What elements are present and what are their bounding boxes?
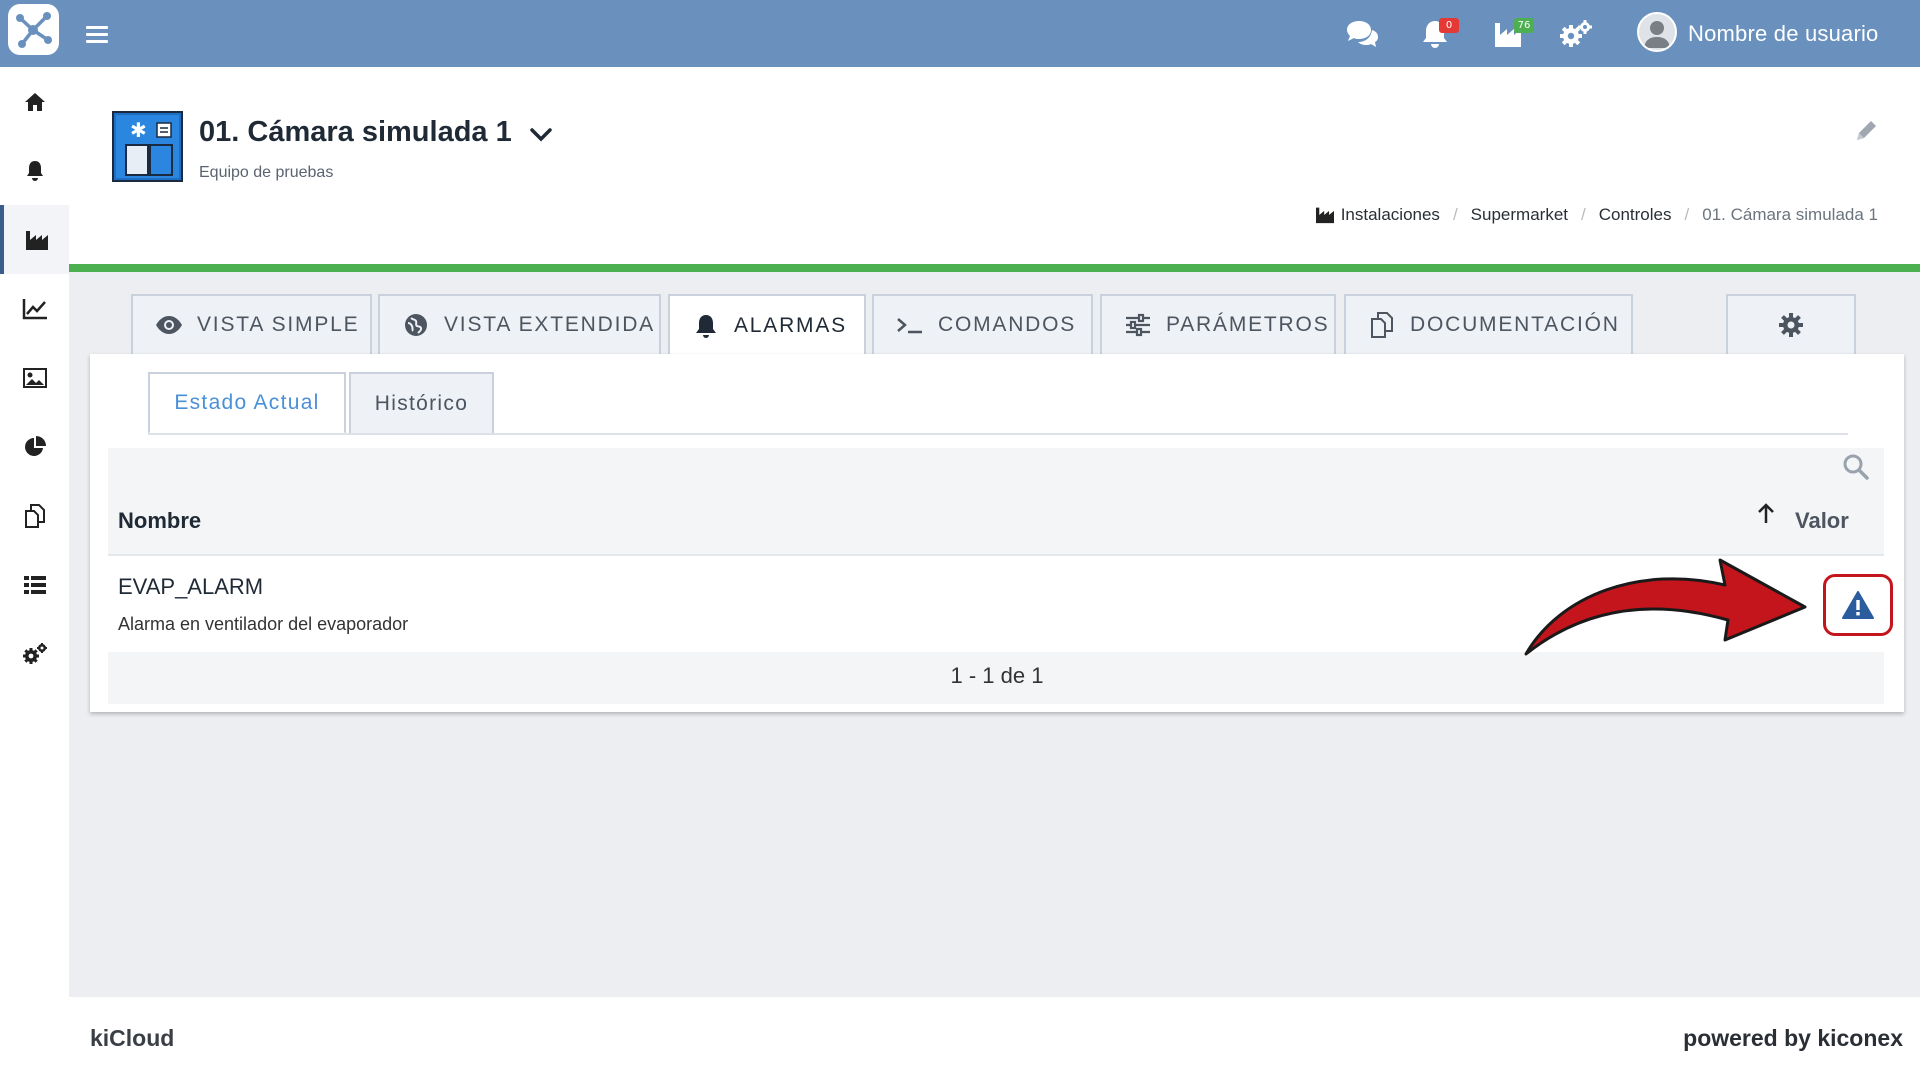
eye-icon xyxy=(156,316,182,334)
chat-icon xyxy=(1347,21,1378,47)
home-icon xyxy=(24,92,45,111)
user-avatar-icon xyxy=(1644,21,1670,48)
tab-documentation[interactable]: DOCUMENTACIÓN xyxy=(1344,294,1633,354)
search-button[interactable] xyxy=(1842,453,1870,481)
pencil-icon xyxy=(1857,121,1876,140)
breadcrumb-controls[interactable]: Controles xyxy=(1599,205,1672,225)
chevron-down-icon xyxy=(530,128,552,142)
sort-button[interactable] xyxy=(1754,502,1778,526)
alarm-name: EVAP_ALARM xyxy=(118,574,264,599)
documents-icon xyxy=(1371,312,1393,338)
notifications-button[interactable]: 0 xyxy=(1415,14,1459,54)
tab-label: VISTA EXTENDIDA xyxy=(444,313,655,336)
tab-label: ALARMAS xyxy=(734,314,847,337)
username[interactable]: Nombre de usuario xyxy=(1688,21,1879,47)
subtab-current-status[interactable]: Estado Actual xyxy=(148,372,346,434)
sidebar-item-installations[interactable] xyxy=(0,205,69,274)
terminal-icon xyxy=(897,318,922,334)
tab-commands[interactable]: COMANDOS xyxy=(872,294,1093,354)
warning-icon xyxy=(1842,591,1874,619)
footer: kiCloud powered by kiconex xyxy=(69,997,1920,1080)
breadcrumb: Instalaciones / Supermarket / Controles … xyxy=(1315,205,1878,225)
gears-icon xyxy=(22,642,47,664)
sidebar-item-charts[interactable] xyxy=(0,274,69,343)
sidebar xyxy=(0,67,69,1080)
tab-label: DOCUMENTACIÓN xyxy=(1410,313,1620,336)
sliders-icon xyxy=(1126,313,1150,337)
installations-badge: 76 xyxy=(1514,18,1534,33)
sidebar-item-images[interactable] xyxy=(0,343,69,412)
globe-icon xyxy=(405,314,427,336)
tab-label: VISTA SIMPLE xyxy=(197,313,360,336)
gears-icon xyxy=(1560,20,1592,47)
image-icon xyxy=(22,367,47,388)
chat-button[interactable] xyxy=(1342,14,1382,54)
subtab-history[interactable]: Histórico xyxy=(349,372,494,434)
breadcrumb-separator: / xyxy=(1581,205,1586,224)
line-chart-icon xyxy=(22,298,47,319)
cold-room-device-icon: ✱ xyxy=(112,111,183,182)
gear-icon xyxy=(1779,313,1803,337)
sidebar-item-reports[interactable] xyxy=(0,412,69,481)
sidebar-item-documents[interactable] xyxy=(0,481,69,550)
notifications-badge: 0 xyxy=(1439,18,1459,33)
breadcrumb-installations[interactable]: Instalaciones xyxy=(1341,205,1440,225)
documents-icon xyxy=(24,503,45,528)
page-title: 01. Cámara simulada 1 xyxy=(199,116,512,148)
tab-settings[interactable] xyxy=(1726,294,1856,354)
breadcrumb-separator: / xyxy=(1684,205,1690,224)
factory-icon xyxy=(25,230,48,250)
settings-button[interactable] xyxy=(1556,14,1596,54)
logo-network-icon xyxy=(16,12,52,48)
bell-icon xyxy=(26,160,43,181)
status-bar xyxy=(69,264,1920,272)
column-header-value[interactable]: Valor xyxy=(1795,508,1849,534)
list-icon xyxy=(23,575,46,594)
alarm-value-warning[interactable] xyxy=(1823,574,1893,636)
sidebar-item-home[interactable] xyxy=(0,67,69,136)
top-bar: 0 76 Nombre de usuario xyxy=(0,0,1920,67)
breadcrumb-supermarket[interactable]: Supermarket xyxy=(1471,205,1568,225)
tab-label: PARÁMETROS xyxy=(1166,313,1330,336)
edit-button[interactable] xyxy=(1853,118,1879,144)
breadcrumb-separator: / xyxy=(1452,205,1458,224)
sidebar-item-settings[interactable] xyxy=(0,619,69,688)
footer-powered-by[interactable]: powered by kiconex xyxy=(1683,1025,1903,1052)
kiconex-logo[interactable] xyxy=(8,4,59,55)
alarm-description: Alarma en ventilador del evaporador xyxy=(118,614,409,634)
tab-alarms[interactable]: ALARMAS xyxy=(668,294,866,356)
tab-parameters[interactable]: PARÁMETROS xyxy=(1100,294,1336,354)
tab-label: COMANDOS xyxy=(938,313,1077,336)
installations-button[interactable]: 76 xyxy=(1488,14,1534,54)
footer-brand: kiCloud xyxy=(90,1025,175,1051)
avatar[interactable] xyxy=(1637,12,1677,52)
subtab-divider xyxy=(148,433,1848,435)
device-subtitle: Equipo de pruebas xyxy=(199,164,334,181)
sidebar-item-list[interactable] xyxy=(0,550,69,619)
breadcrumb-current: 01. Cámara simulada 1 xyxy=(1702,205,1878,224)
tab-simple-view[interactable]: VISTA SIMPLE xyxy=(131,294,372,354)
device-header xyxy=(69,67,1920,265)
arrow-up-icon xyxy=(1758,503,1774,523)
annotation-arrow-icon xyxy=(1524,558,1807,656)
search-icon xyxy=(1843,454,1869,480)
bell-icon xyxy=(696,315,716,338)
pie-chart-icon xyxy=(24,435,46,456)
svg-text:✱: ✱ xyxy=(130,118,147,142)
device-selector-button[interactable] xyxy=(528,122,554,148)
menu-toggle-button[interactable] xyxy=(84,22,110,46)
column-header-name[interactable]: Nombre xyxy=(118,508,201,534)
tab-extended-view[interactable]: VISTA EXTENDIDA xyxy=(378,294,661,354)
sidebar-item-alarms[interactable] xyxy=(0,136,69,205)
factory-icon xyxy=(1315,207,1334,224)
